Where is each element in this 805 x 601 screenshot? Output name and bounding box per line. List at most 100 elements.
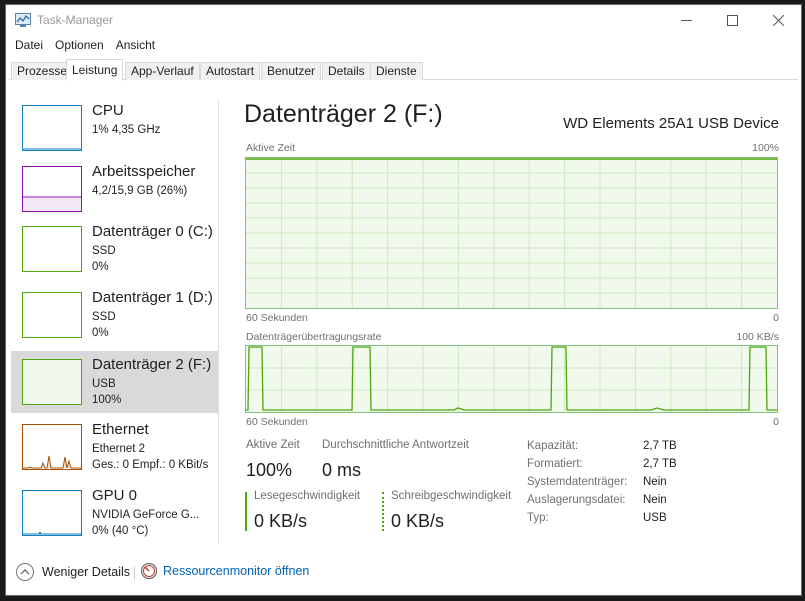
close-button[interactable]: [755, 5, 801, 35]
task-manager-icon: [15, 13, 31, 27]
graph1-label: Aktive Zeit: [246, 142, 296, 154]
system-disk-value: Nein: [643, 476, 667, 488]
transfer-rate-graph: [245, 345, 778, 413]
sidebar-item-usage: 100%: [92, 394, 122, 406]
sidebar-item-detail: NVIDIA GeForce G...: [92, 509, 200, 521]
disk-2-thumbnail-graph: [22, 359, 82, 405]
tab-bar: Prozesse Leistung App-Verlauf Autostart …: [9, 59, 798, 81]
type-value: USB: [643, 512, 667, 524]
sidebar-item-detail: 1% 4,35 GHz: [92, 124, 161, 136]
sidebar-divider: [218, 100, 219, 544]
graph2-label: Datenträgerübertragungsrate: [246, 331, 382, 343]
title-bar[interactable]: Task-Manager: [6, 5, 801, 35]
active-time-value: 100%: [246, 460, 293, 480]
sidebar-item-title: GPU 0: [92, 487, 138, 504]
minimize-icon: [680, 19, 692, 21]
sidebar-item-title: Arbeitsspeicher: [92, 163, 196, 180]
sidebar-item-disk-2[interactable]: Datenträger 2 (F:) USB 100%: [11, 351, 219, 413]
tab-dienste[interactable]: Dienste: [370, 62, 423, 80]
graph1-max-label: 100%: [752, 142, 779, 154]
write-speed-indicator: [382, 492, 384, 531]
less-details-button[interactable]: Weniger Details: [15, 562, 130, 582]
tab-details[interactable]: Details: [322, 62, 371, 80]
sidebar-item-detail: 4,2/15,9 GB (26%): [92, 185, 188, 197]
chevron-up-circle-icon: [16, 563, 34, 581]
tab-app-verlauf[interactable]: App-Verlauf: [125, 62, 200, 80]
graph2-min-label: 0: [773, 416, 779, 428]
cpu-thumbnail-graph: [22, 105, 82, 151]
menu-datei[interactable]: Datei: [6, 37, 49, 55]
tab-leistung[interactable]: Leistung: [66, 59, 124, 81]
task-manager-window: Task-Manager Datei Optionen Ansicht Proz…: [5, 4, 802, 596]
menu-bar: Datei Optionen Ansicht: [6, 37, 161, 55]
gpu-thumbnail-graph: [22, 490, 82, 536]
sidebar-item-disk-0[interactable]: Datenträger 0 (C:) SSD 0%: [11, 221, 219, 277]
menu-ansicht[interactable]: Ansicht: [110, 37, 161, 55]
sidebar-item-title: CPU: [92, 102, 124, 119]
formatted-label: Formatiert:: [527, 458, 583, 470]
sidebar-item-memory[interactable]: Arbeitsspeicher 4,2/15,9 GB (26%): [11, 161, 219, 217]
type-label: Typ:: [527, 512, 549, 524]
sidebar-item-title: Ethernet: [92, 421, 149, 438]
tab-prozesse[interactable]: Prozesse: [11, 62, 74, 80]
active-time-label: Aktive Zeit: [246, 439, 300, 451]
sidebar-item-cpu[interactable]: CPU 1% 4,35 GHz: [11, 100, 219, 156]
sidebar-item-detail: SSD: [92, 245, 116, 257]
system-disk-label: Systemdatenträger:: [527, 476, 628, 488]
ethernet-thumbnail-graph: [22, 424, 82, 470]
sidebar-item-usage: 0% (40 °C): [92, 525, 149, 537]
disk-1-thumbnail-graph: [22, 292, 82, 338]
sidebar-item-title: Datenträger 0 (C:): [92, 223, 213, 240]
pagefile-value: Nein: [643, 494, 667, 506]
graph2-time-label: 60 Sekunden: [246, 416, 308, 428]
read-speed-indicator: [245, 492, 247, 531]
formatted-value: 2,7 TB: [643, 458, 677, 470]
footer-divider: [134, 566, 135, 580]
resource-monitor-icon: [140, 562, 158, 580]
disk-0-thumbnail-graph: [22, 226, 82, 272]
performance-sidebar: CPU 1% 4,35 GHz Arbeitsspeicher 4,2/15,9…: [11, 100, 219, 544]
sidebar-item-disk-1[interactable]: Datenträger 1 (D:) SSD 0%: [11, 287, 219, 343]
sidebar-item-ethernet[interactable]: Ethernet Ethernet 2 Ges.: 0 Empf.: 0 KBi…: [11, 419, 219, 475]
graph1-min-label: 0: [773, 312, 779, 324]
tab-autostart[interactable]: Autostart: [200, 62, 261, 80]
disk-detail-panel: Datenträger 2 (F:) WD Elements 25A1 USB …: [244, 100, 779, 544]
page-title: Datenträger 2 (F:): [244, 100, 443, 128]
transfer-rate-line: [246, 346, 777, 411]
less-details-label: Weniger Details: [42, 565, 131, 579]
footer-bar: Weniger Details Ressourcenmonitor öffnen: [6, 558, 801, 588]
sidebar-item-detail: Ethernet 2: [92, 443, 146, 455]
resource-monitor-link[interactable]: Ressourcenmonitor öffnen: [140, 562, 309, 580]
device-name: WD Elements 25A1 USB Device: [563, 115, 779, 132]
read-speed-label: Lesegeschwindigkeit: [254, 490, 361, 502]
sidebar-item-title: Datenträger 1 (D:): [92, 289, 213, 306]
write-speed-label: Schreibgeschwindigkeit: [391, 490, 512, 502]
active-time-grid: [246, 158, 777, 308]
response-time-value: 0 ms: [322, 460, 362, 480]
sidebar-item-gpu[interactable]: GPU 0 NVIDIA GeForce G... 0% (40 °C): [11, 485, 219, 541]
active-time-graph: [245, 157, 778, 309]
menu-optionen[interactable]: Optionen: [49, 37, 110, 55]
capacity-value: 2,7 TB: [643, 440, 677, 452]
transfer-rate-grid: [246, 346, 777, 412]
tab-benutzer[interactable]: Benutzer: [261, 62, 322, 80]
sidebar-item-usage: 0%: [92, 327, 109, 339]
graph2-max-label: 100 KB/s: [736, 331, 779, 343]
pagefile-label: Auslagerungsdatei:: [527, 494, 626, 506]
write-speed-value: 0 KB/s: [391, 511, 445, 531]
sidebar-item-detail: USB: [92, 378, 116, 390]
maximize-button[interactable]: [709, 5, 755, 35]
resource-monitor-label: Ressourcenmonitor öffnen: [163, 564, 310, 578]
capacity-label: Kapazität:: [527, 440, 579, 452]
graph1-time-label: 60 Sekunden: [246, 312, 308, 324]
maximize-icon: [726, 14, 738, 26]
sidebar-item-detail: SSD: [92, 311, 116, 323]
close-icon: [772, 14, 784, 26]
read-speed-value: 0 KB/s: [254, 511, 308, 531]
window-title: Task-Manager: [37, 13, 114, 27]
sidebar-item-usage: 0%: [92, 261, 109, 273]
minimize-button[interactable]: [663, 5, 709, 35]
memory-thumbnail-graph: [22, 166, 82, 212]
response-time-label: Durchschnittliche Antwortzeit: [322, 439, 470, 451]
sidebar-item-throughput: Ges.: 0 Empf.: 0 KBit/s: [92, 459, 209, 471]
